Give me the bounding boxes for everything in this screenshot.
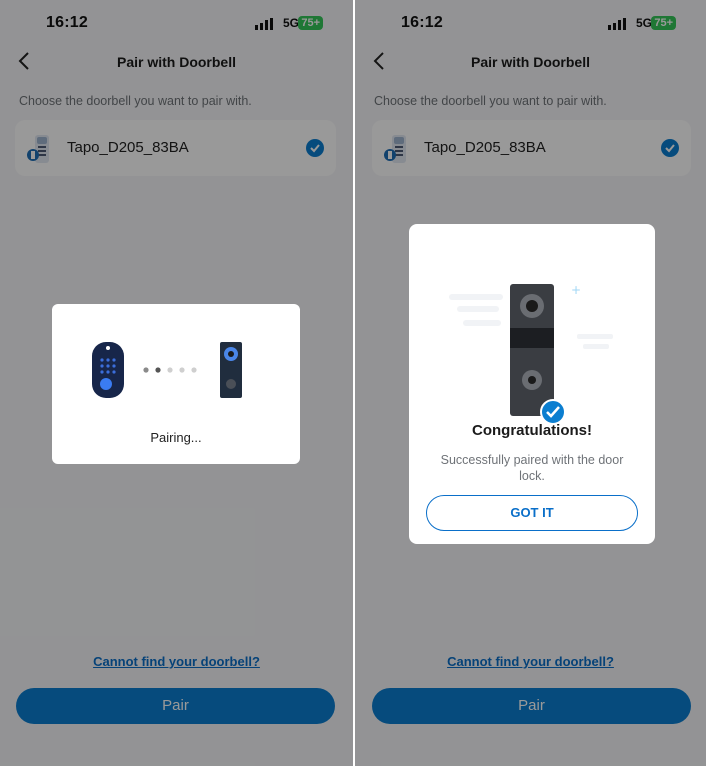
success-message: Successfully paired with the door lock. bbox=[440, 453, 624, 483]
success-title: Congratulations! bbox=[472, 422, 592, 439]
pairing-status-text: Pairing... bbox=[150, 430, 202, 445]
screen-pairing: 16:12 5G 75+ Pair with Doorbell Choose t… bbox=[0, 0, 353, 766]
doorbell-success-illustration: + bbox=[449, 283, 613, 425]
screen-success: 16:12 5G 75+ Pair with Doorbell Choose t… bbox=[355, 0, 706, 766]
svg-text:+: + bbox=[571, 283, 581, 297]
pairing-illustration bbox=[92, 342, 242, 398]
success-dialog: + Congratulations! Successfully paired w… bbox=[409, 224, 655, 544]
got-it-button[interactable]: GOT IT bbox=[426, 495, 638, 531]
pairing-dialog: Pairing... bbox=[52, 304, 300, 464]
